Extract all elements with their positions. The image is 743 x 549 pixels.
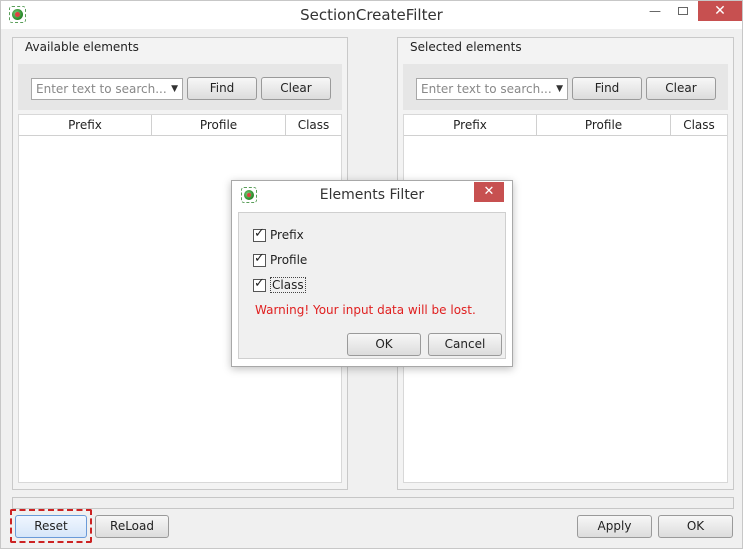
search-toolbar: Enter text to search... ▼ Find Clear xyxy=(18,64,342,110)
dialog-body: ✓ Prefix ✓ Profile ✓ Class Warning! Your… xyxy=(238,212,506,359)
column-header-prefix[interactable]: Prefix xyxy=(19,115,152,135)
chevron-down-icon[interactable]: ▼ xyxy=(171,79,178,99)
warning-message: Warning! Your input data will be lost. xyxy=(255,303,476,317)
checkmark-icon: ✓ xyxy=(254,275,265,291)
table-header: Prefix Profile Class xyxy=(404,115,727,136)
checkbox-label: Profile xyxy=(270,253,308,267)
dialog-cancel-button[interactable]: Cancel xyxy=(428,333,502,356)
checkbox[interactable]: ✓ xyxy=(253,275,266,292)
column-header-profile[interactable]: Profile xyxy=(537,115,671,135)
search-combobox[interactable]: Enter text to search... ▼ xyxy=(416,78,568,100)
maximize-icon xyxy=(678,7,688,15)
clear-button[interactable]: Clear xyxy=(261,77,331,100)
checkmark-icon: ✓ xyxy=(254,225,265,241)
checkbox-label: Class xyxy=(270,277,306,293)
checkbox-prefix[interactable]: ✓ Prefix xyxy=(253,225,304,243)
column-header-class[interactable]: Class xyxy=(671,115,727,135)
table-header: Prefix Profile Class xyxy=(19,115,341,136)
search-toolbar: Enter text to search... ▼ Find Clear xyxy=(403,64,728,110)
checkbox[interactable]: ✓ xyxy=(253,250,266,267)
title-bar: SectionCreateFilter — ✕ xyxy=(1,1,742,29)
checkbox-class[interactable]: ✓ Class xyxy=(253,275,306,293)
checkbox[interactable]: ✓ xyxy=(253,225,266,242)
minimize-button[interactable]: — xyxy=(641,1,669,21)
search-combobox[interactable]: Enter text to search... ▼ xyxy=(31,78,183,100)
dialog-close-button[interactable]: ✕ xyxy=(474,182,504,202)
ok-button[interactable]: OK xyxy=(658,515,733,538)
reset-button[interactable]: Reset xyxy=(15,515,87,538)
close-button[interactable]: ✕ xyxy=(698,1,742,21)
dialog-ok-button[interactable]: OK xyxy=(347,333,421,356)
window-title: SectionCreateFilter xyxy=(300,6,443,24)
checkbox-label: Prefix xyxy=(270,228,304,242)
reload-button[interactable]: ReLoad xyxy=(95,515,169,538)
minimize-icon: — xyxy=(649,4,661,18)
dialog-title: Elements Filter xyxy=(319,187,425,203)
checkmark-icon: ✓ xyxy=(254,250,265,266)
panel-header: Selected elements xyxy=(410,40,522,54)
panel-header: Available elements xyxy=(25,40,139,54)
find-button[interactable]: Find xyxy=(187,77,257,100)
close-icon: ✕ xyxy=(714,3,726,19)
dialog-title-bar: Elements Filter ✕ xyxy=(232,181,512,209)
clear-button[interactable]: Clear xyxy=(646,77,716,100)
search-placeholder: Enter text to search... xyxy=(36,82,167,96)
maximize-button[interactable] xyxy=(669,1,697,21)
column-header-class[interactable]: Class xyxy=(286,115,341,135)
apply-button[interactable]: Apply xyxy=(577,515,652,538)
find-button[interactable]: Find xyxy=(572,77,642,100)
horizontal-scrollbar[interactable] xyxy=(12,497,734,509)
column-header-prefix[interactable]: Prefix xyxy=(404,115,537,135)
elements-filter-dialog: Elements Filter ✕ ✓ Prefix ✓ Profile ✓ C… xyxy=(231,180,513,367)
chevron-down-icon[interactable]: ▼ xyxy=(556,79,563,99)
search-placeholder: Enter text to search... xyxy=(421,82,552,96)
checkbox-profile[interactable]: ✓ Profile xyxy=(253,250,308,268)
column-header-profile[interactable]: Profile xyxy=(152,115,286,135)
close-icon: ✕ xyxy=(483,184,495,199)
